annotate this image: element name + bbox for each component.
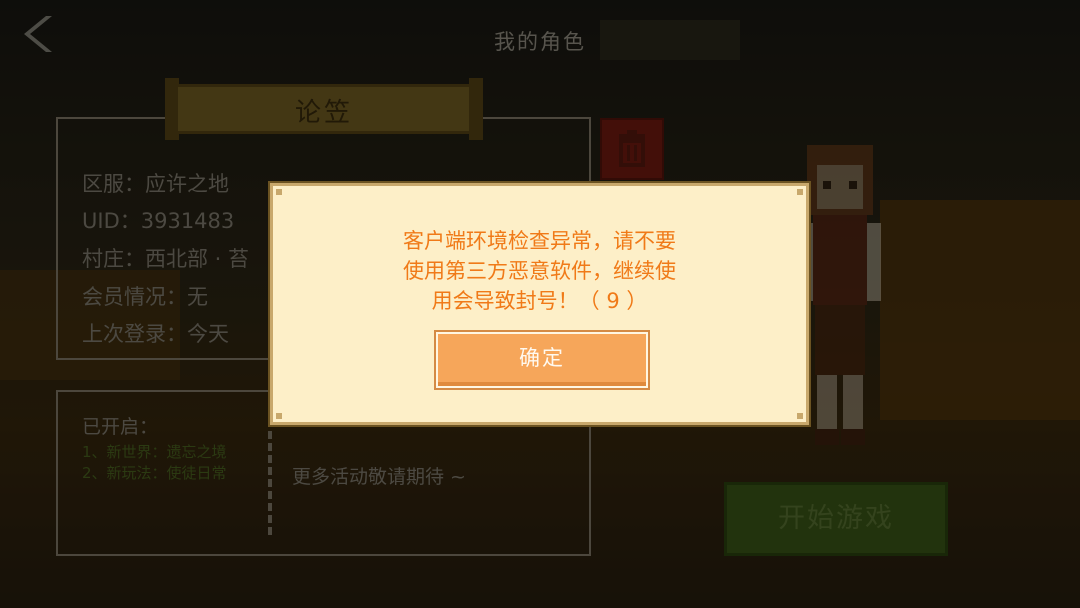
warning-dialog: 客户端环境检查异常，请不要 使用第三方恶意软件，继续使 用会导致封号！（ 9 ）…: [270, 183, 809, 425]
dialog-corner: [797, 413, 803, 419]
dialog-corner: [797, 189, 803, 195]
dialog-message-line: 用会导致封号！（ 9 ）: [431, 289, 648, 313]
dialog-corner: [276, 189, 282, 195]
dialog-message-line: 客户端环境检查异常，请不要: [403, 229, 676, 253]
dialog-message-line: 使用第三方恶意软件，继续使: [403, 259, 676, 283]
confirm-button[interactable]: 确定: [436, 332, 648, 388]
dialog-corner: [276, 413, 282, 419]
dialog-message: 客户端环境检查异常，请不要 使用第三方恶意软件，继续使 用会导致封号！（ 9 ）: [273, 226, 806, 316]
